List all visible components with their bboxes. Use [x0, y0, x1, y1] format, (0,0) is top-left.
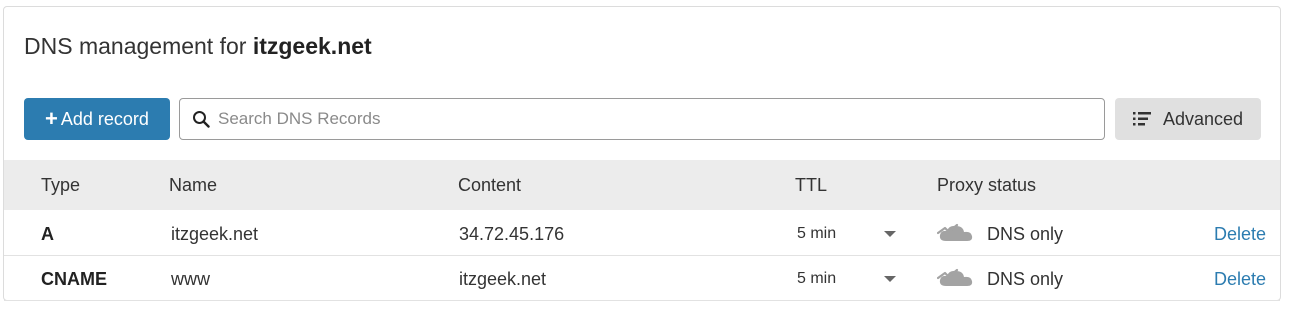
record-type: CNAME — [41, 269, 107, 289]
column-header-name[interactable]: Name — [169, 175, 217, 196]
list-filter-icon — [1132, 112, 1151, 126]
delete-link[interactable]: Delete — [1214, 269, 1266, 290]
record-content: itzgeek.net — [459, 269, 547, 289]
record-name: www — [171, 269, 210, 289]
record-ttl[interactable]: 5 min — [797, 270, 836, 288]
advanced-button[interactable]: Advanced — [1115, 98, 1261, 140]
table-header: Type Name Content TTL Proxy status — [4, 160, 1280, 210]
dns-only-cloud-icon[interactable] — [936, 266, 975, 288]
add-record-label: Add record — [60, 108, 149, 129]
table-row[interactable]: A itzgeek.net 34.72.45.176 5 min DNS onl… — [4, 211, 1280, 256]
caret-down-icon[interactable] — [884, 276, 896, 282]
table-row[interactable]: CNAME www itzgeek.net 5 min DNS only Del… — [4, 256, 1280, 301]
page-title-prefix: DNS management for — [24, 33, 247, 59]
advanced-label: Advanced — [1162, 108, 1244, 129]
column-header-ttl[interactable]: TTL — [795, 175, 827, 196]
column-header-proxy-status[interactable]: Proxy status — [937, 175, 1036, 196]
page-title: DNS management for itzgeek.net — [24, 33, 372, 60]
record-name: itzgeek.net — [171, 224, 259, 244]
search-input[interactable] — [216, 108, 1104, 130]
column-header-type[interactable]: Type — [41, 175, 80, 196]
column-header-content[interactable]: Content — [458, 175, 521, 196]
record-ttl[interactable]: 5 min — [797, 225, 836, 243]
caret-down-icon[interactable] — [884, 231, 896, 237]
record-type: A — [41, 224, 54, 244]
search-box[interactable] — [179, 98, 1105, 140]
page-title-domain: itzgeek.net — [252, 33, 372, 59]
proxy-status-text: DNS only — [987, 224, 1064, 244]
record-content: 34.72.45.176 — [459, 224, 565, 244]
proxy-status-text: DNS only — [987, 269, 1064, 289]
dns-only-cloud-icon[interactable] — [936, 221, 975, 243]
delete-link[interactable]: Delete — [1214, 224, 1266, 245]
search-icon — [192, 109, 212, 129]
add-record-button[interactable]: + Add record — [24, 98, 170, 140]
plus-icon: + — [45, 106, 58, 131]
dns-management-panel: DNS management for itzgeek.net + Add rec… — [3, 6, 1281, 301]
